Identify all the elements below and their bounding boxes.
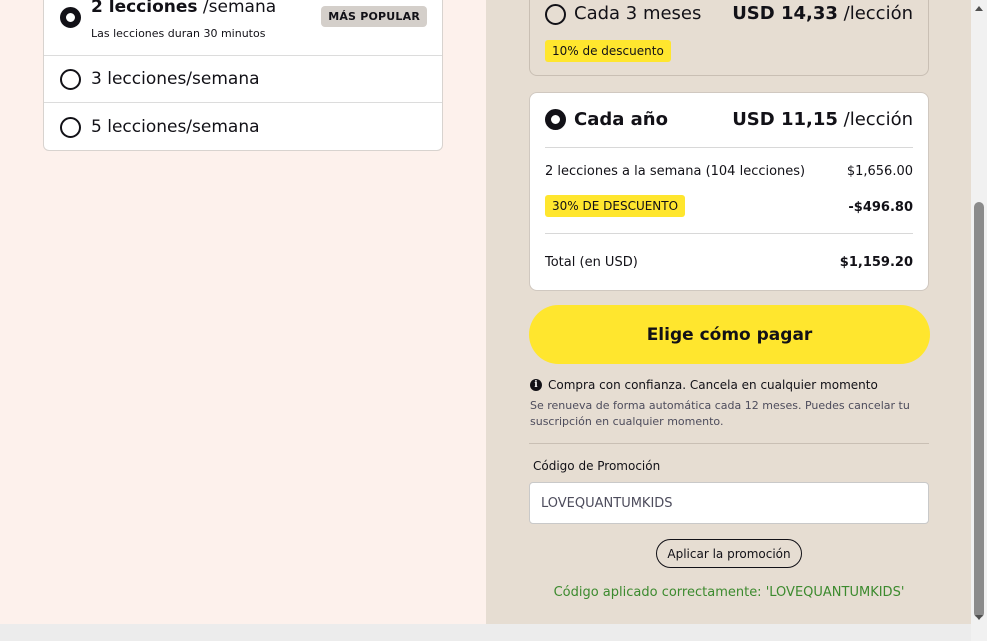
frequency-option-label: 5 lecciones/semana	[91, 117, 260, 137]
plan-price: USD 11,15 /lección	[732, 109, 913, 130]
total-label: Total (en USD)	[545, 255, 638, 270]
line-item-value: $1,656.00	[846, 164, 913, 179]
renewal-note: Se renueva de forma automática cada 12 m…	[530, 399, 910, 428]
frequency-option-label: 2 lecciones /semana	[91, 0, 277, 17]
discount-value: -$496.80	[848, 200, 913, 215]
lesson-frequency-panel: 2 lecciones /semana Las lecciones duran …	[0, 0, 486, 624]
choose-payment-button[interactable]: Elige cómo pagar	[529, 305, 930, 364]
total-value: $1,159.20	[839, 255, 913, 270]
vertical-scrollbar[interactable]	[971, 0, 987, 641]
line-item-label: 2 lecciones a la semana (104 lecciones)	[545, 164, 806, 179]
promo-code-label: Código de Promoción	[533, 459, 661, 473]
radio-selected-icon[interactable]	[60, 7, 81, 28]
discount-badge: 10% de descuento	[545, 40, 671, 62]
frequency-option-5[interactable]: 5 lecciones/semana	[44, 103, 442, 150]
divider	[545, 147, 913, 148]
radio-selected-icon[interactable]	[545, 109, 566, 130]
frequency-option-label: 3 lecciones/semana	[91, 69, 260, 89]
confidence-note: i Compra con confianza. Cancela en cualq…	[530, 378, 878, 392]
promo-success-message: Código aplicado correctamente: 'LOVEQUAN…	[553, 585, 905, 600]
scroll-down-arrow-icon[interactable]	[971, 609, 987, 625]
plan-title: Cada año	[574, 109, 668, 130]
promo-code-input[interactable]	[529, 482, 929, 524]
divider	[529, 443, 929, 444]
radio-unselected-icon[interactable]	[60, 69, 81, 90]
radio-unselected-icon[interactable]	[60, 117, 81, 138]
plan-price: USD 14,33 /lección	[732, 3, 913, 24]
plan-card-quarterly[interactable]: Cada 3 meses USD 14,33 /lección 10% de d…	[529, 0, 929, 76]
frequency-option-3[interactable]: 3 lecciones/semana	[44, 56, 442, 103]
plan-card-yearly[interactable]: Cada año USD 11,15 /lección 2 lecciones …	[529, 92, 929, 291]
plan-title: Cada 3 meses	[574, 3, 702, 24]
scrollbar-thumb[interactable]	[974, 202, 984, 618]
confidence-text: Compra con confianza. Cancela en cualqui…	[548, 378, 878, 392]
divider	[545, 233, 913, 234]
radio-unselected-icon[interactable]	[545, 4, 566, 25]
frequency-option-subtitle: Las lecciones duran 30 minutos	[91, 27, 266, 40]
apply-promo-button[interactable]: Aplicar la promoción	[656, 539, 802, 568]
scroll-up-arrow-icon[interactable]	[971, 0, 987, 16]
info-circle-icon: i	[530, 379, 542, 391]
discount-badge: 30% DE DESCUENTO	[545, 195, 686, 217]
horizontal-bar	[0, 624, 987, 641]
most-popular-badge: MÁS POPULAR	[321, 6, 427, 27]
frequency-option-2[interactable]: 2 lecciones /semana Las lecciones duran …	[44, 0, 442, 56]
frequency-options-card: 2 lecciones /semana Las lecciones duran …	[43, 0, 443, 151]
